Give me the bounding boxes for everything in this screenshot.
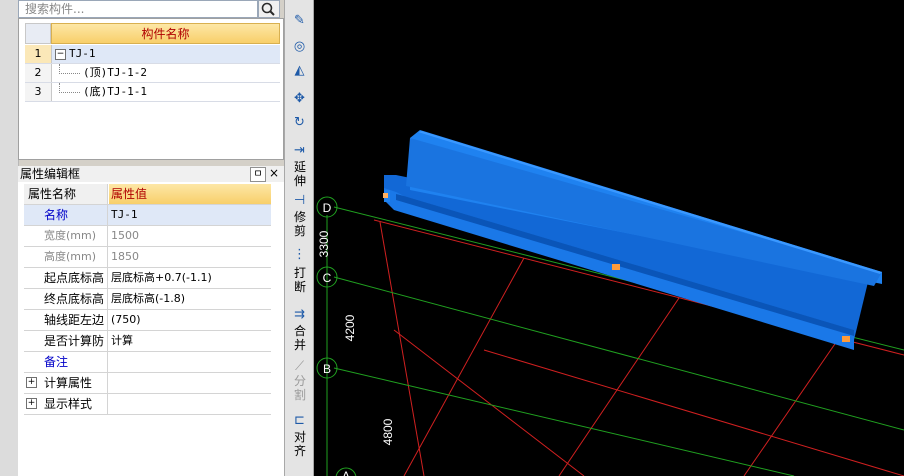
property-grid: 属性名称 属性值 名称 TJ-1 宽度(mm) 1500 高度(mm) 1850… [18, 182, 284, 476]
trim-icon[interactable]: ⊣ [291, 194, 308, 208]
tree-connector [59, 83, 80, 93]
property-group-label: + 显示样式 [24, 394, 108, 414]
dimension-4200: 4200 [343, 314, 357, 341]
property-header-row: 属性名称 属性值 [24, 184, 271, 205]
property-row-width[interactable]: 宽度(mm) 1500 [24, 226, 271, 247]
split-button[interactable]: 分割 [292, 374, 308, 402]
property-value[interactable]: 层底标高(-1.8) [109, 289, 271, 309]
tree-row-1[interactable]: 1 − TJ-1 [25, 45, 280, 64]
property-name: 高度(mm) [24, 247, 108, 267]
property-row-calc-waterproof[interactable]: 是否计算防 计算 [24, 331, 271, 352]
tree-row-3[interactable]: 3 (底)TJ-1-1 [25, 83, 280, 102]
viewport-canvas[interactable]: D C B A 3300 4200 4800 [314, 0, 904, 476]
3d-viewport[interactable]: D C B A 3300 4200 4800 [314, 0, 904, 476]
edit-toolbar: ✎ ◎ ◭ ✥ ↻ ⇥ 延伸 ⊣ 修剪 ⋮ 打断 ⇉ 合并 ⟋ 分割 ⊏ 对齐 [284, 0, 314, 476]
search-button[interactable] [258, 0, 280, 18]
beam-3d-model[interactable] [383, 130, 882, 350]
property-name: 备注 [24, 352, 108, 372]
property-row-name[interactable]: 名称 TJ-1 [24, 205, 271, 226]
property-row-axis-offset[interactable]: 轴线距左边 (750) [24, 310, 271, 331]
mirror-icon[interactable]: ◭ [291, 64, 308, 78]
dimension-4800: 4800 [381, 418, 395, 445]
left-edge-strip [0, 0, 19, 476]
extend-button[interactable]: 延伸 [292, 160, 308, 188]
tree-connector [59, 64, 80, 74]
property-value[interactable]: TJ-1 [109, 205, 271, 225]
property-value[interactable]: 1850 [109, 247, 271, 267]
property-row-remark[interactable]: 备注 [24, 352, 271, 373]
row-number: 2 [25, 64, 52, 82]
move-icon[interactable]: ✥ [291, 92, 308, 106]
align-button[interactable]: 对齐 [292, 430, 308, 458]
property-row-end-elevation[interactable]: 终点底标高 层底标高(-1.8) [24, 289, 271, 310]
property-editor-titlebar: 属性编辑框 ㅁ × [18, 166, 284, 183]
property-group-calc[interactable]: + 计算属性 [24, 373, 271, 394]
extend-icon[interactable]: ⇥ [291, 144, 308, 158]
axis-bubble-a: A [335, 467, 357, 476]
break-button[interactable]: 打断 [292, 266, 308, 294]
property-name: 宽度(mm) [24, 226, 108, 246]
copy-icon[interactable]: ◎ [291, 40, 308, 54]
group-label: 显示样式 [44, 397, 93, 411]
group-label: 计算属性 [44, 376, 93, 390]
property-name: 起点底标高 [24, 268, 108, 288]
dimension-3300: 3300 [317, 230, 331, 257]
component-tree-panel: 构件名称 1 − TJ-1 2 (顶)TJ-1-2 3 (底)TJ-1-1 [18, 18, 284, 160]
property-editor-title: 属性编辑框 [20, 167, 81, 181]
property-name: 是否计算防 [24, 331, 108, 351]
property-group-display[interactable]: + 显示样式 [24, 394, 271, 415]
merge-icon[interactable]: ⇉ [291, 308, 308, 322]
collapse-icon[interactable]: − [55, 49, 66, 60]
axis-label-a: A [342, 469, 350, 476]
tree-label: (底)TJ-1-1 [83, 85, 147, 98]
header-property-name: 属性名称 [24, 184, 108, 204]
property-name: 轴线距左边 [24, 310, 108, 330]
property-group-label: + 计算属性 [24, 373, 108, 393]
search-icon [261, 2, 275, 16]
axis-label-b: B [323, 362, 331, 376]
tree-row-2[interactable]: 2 (顶)TJ-1-2 [25, 64, 280, 83]
merge-button[interactable]: 合并 [292, 324, 308, 352]
split-icon[interactable]: ⟋ [291, 360, 308, 374]
align-icon[interactable]: ⊏ [291, 414, 308, 428]
row-number: 1 [25, 45, 52, 63]
axis-label-d: D [323, 201, 332, 215]
search-input[interactable]: 搜索构件... [18, 0, 258, 18]
property-value[interactable] [109, 352, 271, 372]
row-number: 3 [25, 83, 52, 101]
tree-label: (顶)TJ-1-2 [83, 66, 147, 79]
property-row-height[interactable]: 高度(mm) 1850 [24, 247, 271, 268]
expand-icon[interactable]: + [26, 377, 37, 388]
property-value [109, 394, 271, 414]
expand-icon[interactable]: + [26, 398, 37, 409]
axis-label-c: C [323, 271, 332, 285]
property-value[interactable]: 1500 [109, 226, 271, 246]
rotate-icon[interactable]: ↻ [291, 116, 308, 130]
tree-corner [25, 23, 51, 44]
pin-button[interactable]: ㅁ [250, 167, 266, 182]
property-value[interactable]: 计算 [109, 331, 271, 351]
tree-header-name: 构件名称 [51, 23, 280, 44]
property-name: 名称 [24, 205, 108, 225]
close-button[interactable]: × [267, 167, 281, 180]
property-value [109, 373, 271, 393]
property-row-start-elevation[interactable]: 起点底标高 层底标高+0.7(-1.1) [24, 268, 271, 289]
property-value[interactable]: (750) [109, 310, 271, 330]
brush-icon[interactable]: ✎ [291, 14, 308, 28]
property-name: 终点底标高 [24, 289, 108, 309]
header-property-value: 属性值 [109, 184, 271, 204]
break-icon[interactable]: ⋮ [291, 248, 308, 262]
property-value[interactable]: 层底标高+0.7(-1.1) [109, 268, 271, 288]
tree-label: TJ-1 [69, 47, 96, 60]
trim-button[interactable]: 修剪 [292, 210, 308, 238]
